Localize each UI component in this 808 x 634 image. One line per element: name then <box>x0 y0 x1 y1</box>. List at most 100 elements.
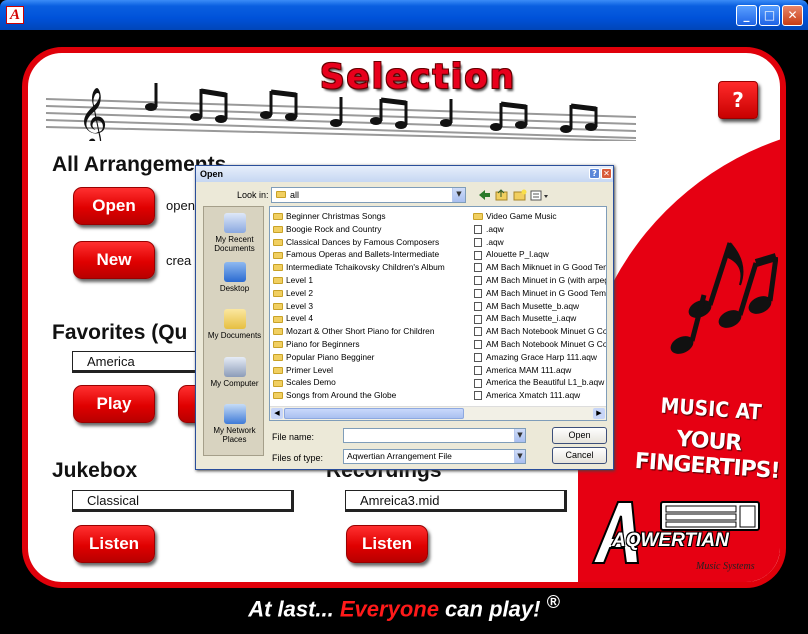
favorites-select[interactable]: America <box>72 351 202 373</box>
jukebox-select[interactable]: Classical <box>72 490 294 512</box>
place-my-computer[interactable]: My Computer <box>204 357 265 388</box>
file-list-item-label: Scales Demo <box>286 377 336 388</box>
file-list-item[interactable]: Beginner Christmas Songs <box>273 210 445 223</box>
desktop-icon <box>223 262 246 282</box>
help-button[interactable]: ? <box>718 81 758 119</box>
chevron-down-icon[interactable]: ▼ <box>514 429 525 442</box>
place-recent-documents[interactable]: My Recent Documents <box>204 213 265 253</box>
file-list-item[interactable]: Amazing Grace Harp 111.aqw <box>473 351 606 364</box>
file-list-item[interactable]: AM Bach Minuet in G (with arpegg <box>473 274 606 287</box>
favorites-play-button[interactable]: Play <box>73 385 155 423</box>
file-list-item[interactable]: Primer Level <box>273 364 445 377</box>
new-folder-icon[interactable] <box>513 189 527 201</box>
file-list-item[interactable]: AM Bach Musette_b.aqw <box>473 300 606 313</box>
file-list-item[interactable]: Video Game Music <box>473 210 606 223</box>
file-list-item-label: Alouette P_l.aqw <box>486 249 549 260</box>
my-computer-icon <box>223 357 246 377</box>
file-list-item[interactable]: .aqw <box>473 223 606 236</box>
file-list-item[interactable]: Popular Piano Begginer <box>273 351 445 364</box>
file-list-item[interactable]: America MAM 111.aqw <box>473 364 606 377</box>
file-list-item[interactable]: AM Bach Miknuet in G Good Temp <box>473 261 606 274</box>
scroll-thumb[interactable] <box>284 408 464 419</box>
scroll-right-icon[interactable]: ▶ <box>593 408 605 419</box>
file-list-item-label: Level 3 <box>286 300 314 311</box>
app-window: A _ □ ✕ 𝄞 Selection ? All Arrangements O… <box>0 0 808 634</box>
file-icon <box>474 327 482 337</box>
back-icon[interactable] <box>479 190 490 200</box>
keyboard-logo-icon <box>660 501 760 531</box>
look-in-label: Look in: <box>237 190 269 200</box>
file-list-item[interactable]: Mozart & Other Short Piano for Children <box>273 325 445 338</box>
dialog-open-button[interactable]: Open <box>552 427 607 444</box>
file-list-item-label: Songs from Around the Globe <box>286 390 397 401</box>
file-list-item[interactable]: Alouette P_l.aqw <box>473 248 606 261</box>
folder-icon <box>273 302 283 310</box>
file-list-item-label: Video Game Music <box>486 211 557 221</box>
title-bar[interactable]: A _ □ ✕ <box>0 0 808 30</box>
jukebox-listen-button[interactable]: Listen <box>73 525 155 563</box>
file-list-item[interactable]: Level 4 <box>273 312 445 325</box>
file-icon <box>474 391 482 401</box>
file-list-item[interactable]: .aqw <box>473 236 606 249</box>
file-list-item[interactable]: Scales Demo <box>273 376 445 389</box>
file-list-item[interactable]: Classical Dances by Famous Composers <box>273 236 445 249</box>
dialog-title: Open <box>196 166 613 182</box>
file-list-item[interactable]: AM Bach Notebook Minuet G Com <box>473 325 607 338</box>
file-list-item[interactable]: Boogie Rock and Country <box>273 223 445 236</box>
recordings-listen-button[interactable]: Listen <box>346 525 428 563</box>
dialog-help-button[interactable]: ? <box>589 168 600 179</box>
minimize-button[interactable]: _ <box>736 5 757 26</box>
chevron-down-icon[interactable]: ▼ <box>452 188 465 202</box>
file-list-item[interactable]: AM Bach Minuet in G Good Tempo <box>473 287 606 300</box>
folder-icon <box>273 379 283 387</box>
folder-icon <box>276 191 286 198</box>
logo-subtitle: Music Systems <box>696 561 755 572</box>
page-title: Selection <box>320 57 516 97</box>
folder-icon <box>273 290 283 298</box>
place-desktop[interactable]: Desktop <box>204 262 265 293</box>
close-button[interactable]: ✕ <box>782 5 803 26</box>
file-list-item[interactable]: Famous Operas and Ballets-Intermediate <box>273 248 445 261</box>
file-icon <box>474 289 482 299</box>
place-network-places[interactable]: My Network Places <box>204 404 265 444</box>
jukebox-title: Jukebox <box>52 459 138 482</box>
place-label: Desktop <box>219 284 250 293</box>
place-label: My Recent Documents <box>214 235 255 253</box>
dialog-cancel-button[interactable]: Cancel <box>552 447 607 464</box>
file-list-item[interactable]: Intermediate Tchaikovsky Children's Albu… <box>273 261 445 274</box>
new-arrangement-button[interactable]: New <box>73 241 155 279</box>
file-list-item[interactable]: AM Bach Musette_i.aqw <box>473 312 606 325</box>
horizontal-scrollbar[interactable]: ◀ ▶ <box>270 406 606 420</box>
file-list-item-label: Mozart & Other Short Piano for Children <box>286 326 435 337</box>
chevron-down-icon[interactable]: ▼ <box>514 450 525 463</box>
scroll-left-icon[interactable]: ◀ <box>271 408 283 419</box>
file-list-item[interactable]: America the Beautiful L1_b.aqw <box>473 376 606 389</box>
file-list-item[interactable]: Songs from Around the Globe <box>273 389 445 402</box>
file-list-item-label: Primer Level <box>286 364 334 375</box>
file-icon <box>474 378 482 388</box>
file-list-item[interactable]: Level 1 <box>273 274 445 287</box>
file-list-item[interactable]: Piano for Beginners <box>273 338 445 351</box>
file-list-item[interactable]: AM Bach Notebook Minuet G Com <box>473 338 606 351</box>
files-of-type-select[interactable]: Aqwertian Arrangement File ▼ <box>343 449 526 464</box>
file-list-item-label: AM Bach Musette_b.aqw <box>486 300 580 311</box>
file-icon <box>474 276 482 286</box>
recordings-select[interactable]: Amreica3.mid <box>345 490 567 512</box>
file-list-item[interactable]: Level 2 <box>273 287 445 300</box>
file-list[interactable]: Beginner Christmas Songs Boogie Rock and … <box>269 206 607 421</box>
views-menu-icon[interactable] <box>530 190 548 201</box>
file-list-item[interactable]: America Xmatch 111.aqw <box>473 389 606 402</box>
file-name-input[interactable]: ▼ <box>343 428 526 443</box>
folder-icon <box>273 354 283 362</box>
up-folder-icon[interactable] <box>495 189 508 201</box>
dialog-toolbar <box>479 189 548 201</box>
file-list-item-label: AM Bach Notebook Minuet G Com <box>486 326 607 337</box>
look-in-select[interactable]: all ▼ <box>271 187 466 203</box>
folder-icon <box>273 213 283 221</box>
place-my-documents[interactable]: My Documents <box>204 309 265 340</box>
dialog-close-button[interactable]: ✕ <box>601 168 612 179</box>
open-arrangement-button[interactable]: Open <box>73 187 155 225</box>
maximize-button[interactable]: □ <box>759 5 780 26</box>
favorites-title: Favorites (Qu <box>52 321 188 344</box>
file-list-item[interactable]: Level 3 <box>273 300 445 313</box>
